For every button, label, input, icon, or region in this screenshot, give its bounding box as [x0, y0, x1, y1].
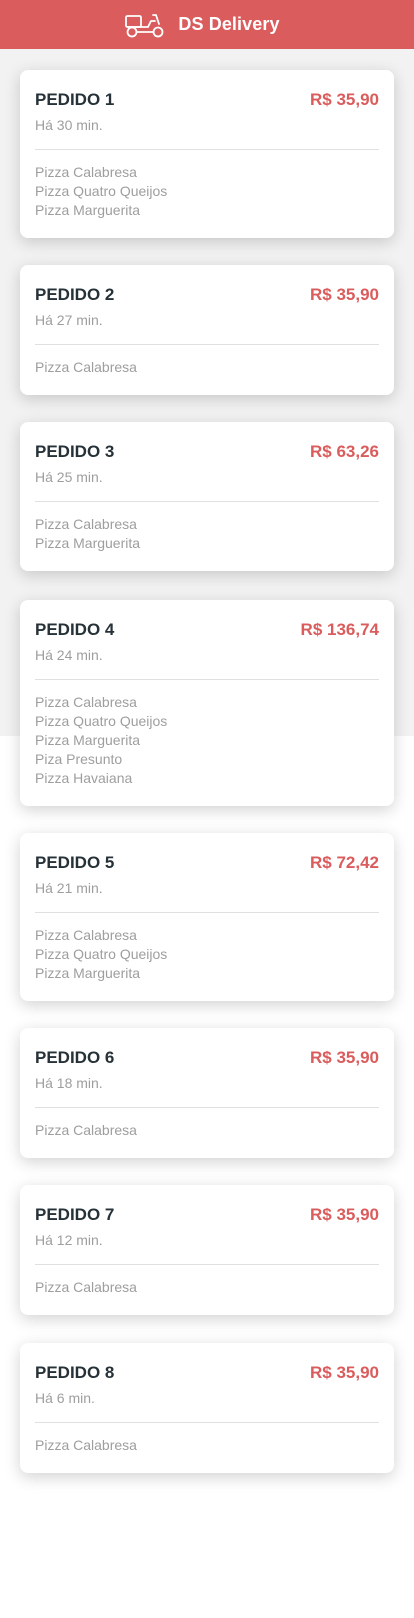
divider: [35, 501, 379, 502]
order-card-header: PEDIDO 6 R$ 35,90: [35, 1048, 379, 1068]
order-card[interactable]: PEDIDO 8 R$ 35,90 Há 6 min. Pizza Calabresa: [20, 1343, 394, 1473]
order-card[interactable]: PEDIDO 6 R$ 35,90 Há 18 min. Pizza Calabres…: [20, 1028, 394, 1158]
order-item: Pizza Calabresa: [35, 1437, 137, 1453]
order-price: R$ 35,90: [310, 1048, 379, 1067]
order-items-list: Pizza Calabresa Pizza Quatro Queijos Pizza…: [35, 926, 379, 983]
order-time: Há 24 min.: [35, 647, 103, 663]
order-price: R$ 72,42: [310, 853, 379, 872]
order-time: Há 30 min.: [35, 117, 103, 133]
order-title: PEDIDO 6: [35, 1048, 115, 1067]
order-price: R$ 35,90: [310, 285, 379, 304]
order-card[interactable]: PEDIDO 2 R$ 35,90 Há 27 min. Pizza Calabres…: [20, 265, 394, 395]
app-title: DS Delivery: [178, 14, 280, 34]
order-item: Pizza Calabresa: [35, 1122, 137, 1138]
order-item: Pizza Quatro Queijos: [35, 713, 168, 729]
order-card-header: PEDIDO 7 R$ 35,90: [35, 1205, 379, 1225]
order-item: Pizza Marguerita: [35, 535, 141, 551]
order-card-header: PEDIDO 2 R$ 35,90: [35, 285, 379, 305]
order-items-list: Pizza Calabresa: [35, 1121, 379, 1140]
order-card[interactable]: PEDIDO 4 R$ 136,74 Há 24 min. Pizza Calabre…: [20, 600, 394, 806]
order-item: Pizza Calabresa: [35, 516, 137, 532]
order-item: Pizza Marguerita: [35, 965, 141, 981]
divider: [35, 1264, 379, 1265]
order-card-header: PEDIDO 1 R$ 35,90: [35, 90, 379, 110]
motorcycle-icon: [125, 13, 164, 37]
order-price: R$ 136,74: [300, 620, 379, 639]
order-title: PEDIDO 8: [35, 1363, 115, 1382]
order-card-header: PEDIDO 3 R$ 63,26: [35, 442, 379, 462]
order-item: Piza Presunto: [35, 751, 123, 767]
order-item: Pizza Calabresa: [35, 164, 137, 180]
order-title: PEDIDO 2: [35, 285, 115, 304]
order-card[interactable]: PEDIDO 7 R$ 35,90 Há 12 min. Pizza Calabres…: [20, 1185, 394, 1315]
order-time: Há 6 min.: [35, 1390, 95, 1406]
order-price: R$ 35,90: [310, 1363, 379, 1382]
order-item: Pizza Calabresa: [35, 359, 137, 375]
divider: [35, 912, 379, 913]
order-items-list: Pizza Calabresa Pizza Quatro Queijos Pizza…: [35, 163, 379, 220]
order-items-list: Pizza Calabresa: [35, 1436, 379, 1455]
order-time: Há 27 min.: [35, 312, 103, 328]
order-items-list: Pizza Calabresa Pizza Quatro Queijos Pizza…: [35, 693, 379, 788]
order-price: R$ 35,90: [310, 90, 379, 109]
order-item: Pizza Marguerita: [35, 732, 141, 748]
order-items-list: Pizza Calabresa Pizza Marguerita: [35, 515, 379, 553]
order-title: PEDIDO 4: [35, 620, 115, 639]
app-header: DS Delivery: [0, 0, 414, 49]
order-card-header: PEDIDO 8 R$ 35,90: [35, 1363, 379, 1383]
order-item: Pizza Calabresa: [35, 927, 137, 943]
order-title: PEDIDO 7: [35, 1205, 115, 1224]
order-item: Pizza Havaiana: [35, 770, 133, 786]
order-time: Há 25 min.: [35, 469, 103, 485]
order-time: Há 12 min.: [35, 1232, 103, 1248]
order-title: PEDIDO 3: [35, 442, 115, 461]
order-time: Há 18 min.: [35, 1075, 103, 1091]
divider: [35, 1422, 379, 1423]
divider: [35, 1107, 379, 1108]
order-title: PEDIDO 5: [35, 853, 115, 872]
order-item: Pizza Marguerita: [35, 202, 141, 218]
order-item: Pizza Calabresa: [35, 1279, 137, 1295]
order-items-list: Pizza Calabresa: [35, 358, 379, 377]
order-price: R$ 35,90: [310, 1205, 379, 1224]
order-card[interactable]: PEDIDO 5 R$ 72,42 Há 21 min. Pizza Calabres…: [20, 833, 394, 1001]
order-card[interactable]: PEDIDO 1 R$ 35,90 Há 30 min. Pizza Calabres…: [20, 70, 394, 238]
divider: [35, 679, 379, 680]
order-time: Há 21 min.: [35, 880, 103, 896]
order-card-header: PEDIDO 5 R$ 72,42: [35, 853, 379, 873]
order-card-header: PEDIDO 4 R$ 136,74: [35, 620, 379, 640]
order-card[interactable]: PEDIDO 3 R$ 63,26 Há 25 min. Pizza Calabres…: [20, 422, 394, 571]
order-item: Pizza Quatro Queijos: [35, 946, 168, 962]
order-price: R$ 63,26: [310, 442, 379, 461]
order-title: PEDIDO 1: [35, 90, 115, 109]
divider: [35, 344, 379, 345]
order-item: Pizza Calabresa: [35, 694, 137, 710]
order-item: Pizza Quatro Queijos: [35, 183, 168, 199]
order-items-list: Pizza Calabresa: [35, 1278, 379, 1297]
divider: [35, 149, 379, 150]
